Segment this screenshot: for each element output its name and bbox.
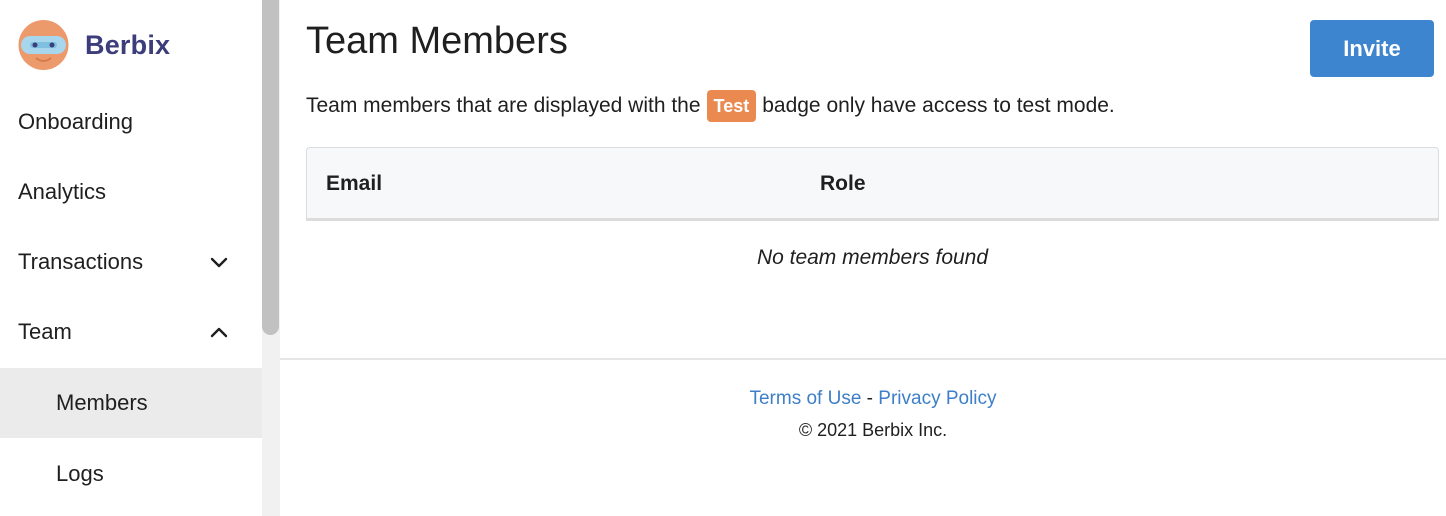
berbix-logo-icon — [18, 20, 69, 70]
chevron-down-icon — [208, 251, 230, 273]
members-table-header: Email Role — [306, 147, 1439, 221]
sidebar-item-label: Logs — [56, 461, 104, 486]
sidebar-item-transactions[interactable]: Transactions — [0, 227, 262, 297]
description-text-after: badge only have access to test mode. — [762, 94, 1115, 117]
sidebar-item-label: Onboarding — [18, 109, 133, 134]
footer-separator: - — [866, 388, 873, 409]
footer-links: Terms of Use - Privacy Policy — [280, 388, 1446, 410]
sidebar-item-analytics[interactable]: Analytics — [0, 157, 262, 227]
copyright-text: © 2021 Berbix Inc. — [798, 420, 948, 440]
sidebar-item-label: Analytics — [18, 179, 107, 204]
invite-button[interactable]: Invite — [1310, 20, 1434, 77]
sidebar: Berbix Onboarding Analytics Transactions… — [0, 0, 262, 516]
brand[interactable]: Berbix — [18, 20, 170, 70]
main-content: Team Members Invite Team members that ar… — [280, 0, 1446, 516]
sidebar-item-label: Transactions — [18, 249, 144, 274]
column-header-role[interactable]: Role — [820, 148, 866, 220]
page-description: Team members that are displayed with the… — [306, 90, 1115, 122]
sidebar-item-label: Members — [56, 390, 148, 415]
sidebar-scrollbar-thumb[interactable] — [262, 0, 279, 335]
column-header-email[interactable]: Email — [326, 148, 382, 220]
sidebar-item-members[interactable]: Members — [0, 368, 262, 438]
chevron-up-icon — [208, 321, 230, 343]
page-title: Team Members — [306, 20, 568, 62]
privacy-policy-link[interactable]: Privacy Policy — [878, 388, 996, 409]
description-text-before: Team members that are displayed with the — [306, 94, 701, 117]
sidebar-item-logs[interactable]: Logs — [0, 439, 262, 509]
brand-name: Berbix — [85, 29, 171, 60]
empty-state-message: No team members found — [756, 246, 989, 269]
footer-divider — [280, 358, 1446, 360]
terms-of-use-link[interactable]: Terms of Use — [749, 388, 861, 409]
sidebar-item-label: Team — [18, 319, 72, 344]
sidebar-item-team[interactable]: Team — [0, 297, 262, 367]
sidebar-item-onboarding[interactable]: Onboarding — [0, 87, 262, 157]
test-badge: Test — [706, 90, 757, 122]
